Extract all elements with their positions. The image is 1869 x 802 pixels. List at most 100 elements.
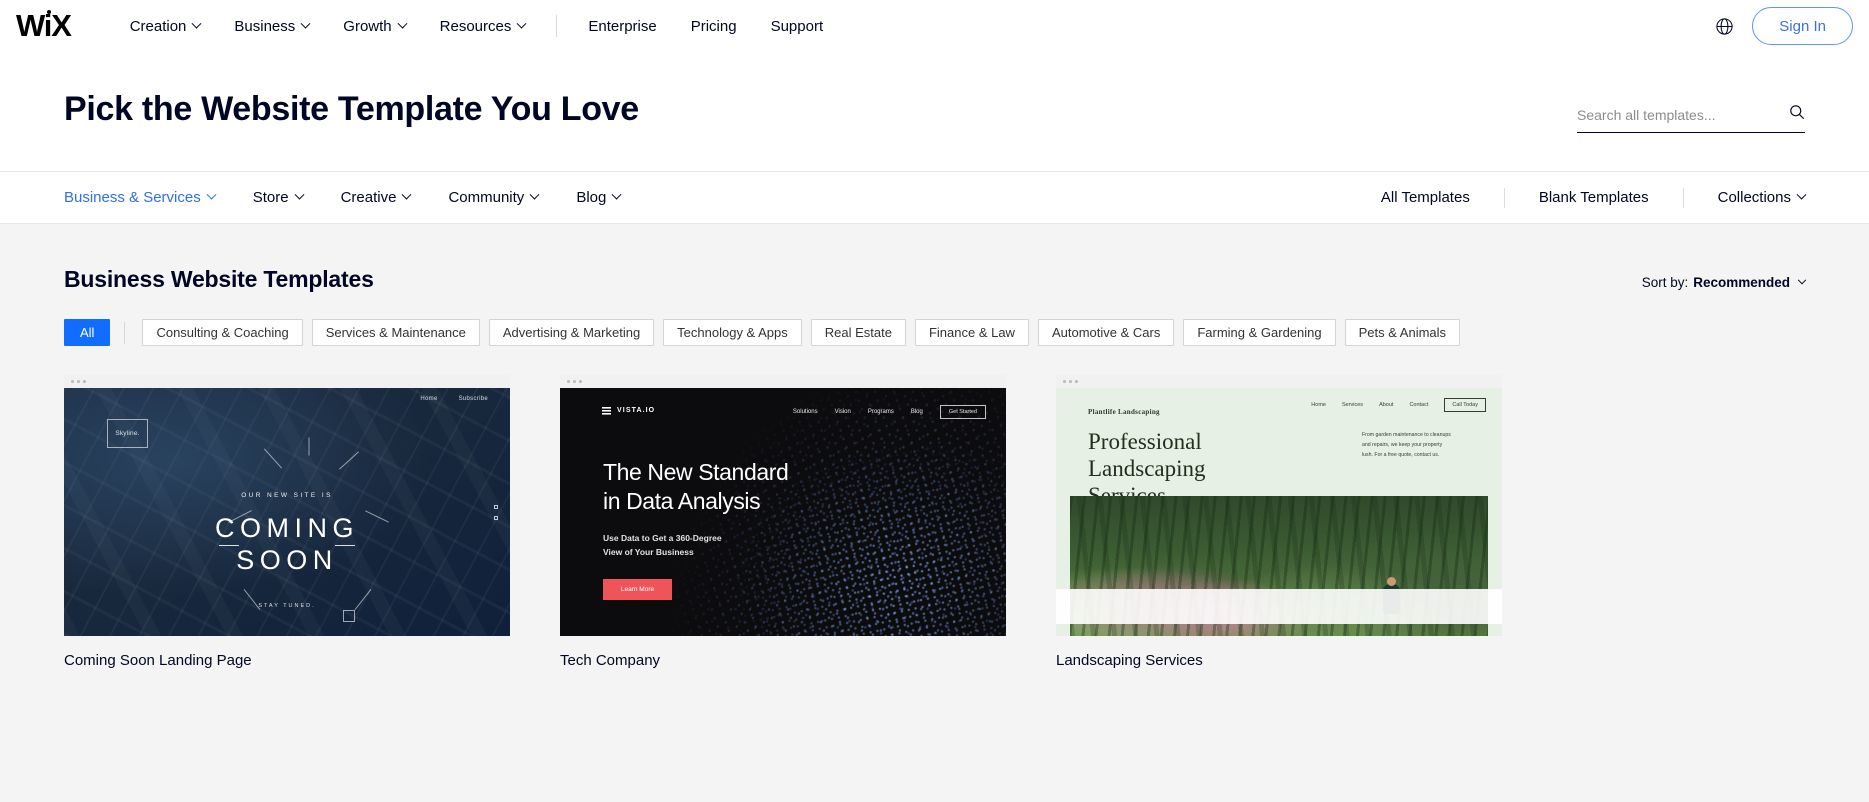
blank-templates-link[interactable]: Blank Templates	[1539, 189, 1649, 206]
gallery-header: Business Website Templates Sort by: Reco…	[64, 266, 1807, 293]
preview-nav: Home Services About Contact Call Today	[1311, 398, 1486, 412]
search-icon[interactable]	[1789, 104, 1805, 125]
preview-nav-item: Subscribe	[458, 396, 488, 402]
nav-link-enterprise[interactable]: Enterprise	[571, 0, 673, 52]
preview-headline-2: Landscaping	[1088, 456, 1206, 482]
preview-nav-item: Contact	[1409, 402, 1429, 408]
chevron-down-icon	[1797, 275, 1807, 284]
preview-headline-1: Professional	[1088, 429, 1202, 454]
preview-nav-item: About	[1379, 402, 1394, 408]
collections-dropdown[interactable]: Collections	[1717, 189, 1807, 206]
filter-chip-technology-apps[interactable]: Technology & Apps	[663, 319, 802, 346]
nav-item-growth[interactable]: Growth	[326, 0, 422, 52]
category-business-and-services[interactable]: Business & Services	[64, 189, 217, 206]
collections-label: Collections	[1717, 189, 1791, 206]
preview-subtext-2: View of Your Business	[603, 546, 694, 557]
template-card[interactable]: VISTA.IO Solutions Vision Programs Blog …	[560, 375, 1006, 669]
divider	[124, 321, 126, 344]
search-input[interactable]	[1577, 106, 1789, 123]
chevron-down-icon	[191, 18, 202, 29]
preview-nav-item: Blog	[910, 409, 923, 415]
sort-by-dropdown[interactable]: Sort by: Recommended	[1641, 275, 1807, 290]
template-card-title: Landscaping Services	[1056, 652, 1203, 669]
wix-logo[interactable]: WiX	[16, 10, 72, 41]
chevron-down-icon	[1796, 189, 1807, 200]
preview-copy-line: From garden maintenance to cleanups	[1362, 432, 1451, 438]
top-nav-links: Enterprise Pricing Support	[571, 0, 840, 52]
divider	[1503, 187, 1505, 208]
category-store[interactable]: Store	[252, 189, 305, 206]
preview-logo: Plantlife Landscaping	[1088, 408, 1160, 416]
preview-body-copy: From garden maintenance to cleanups and …	[1362, 430, 1480, 460]
filter-chip-services-maintenance[interactable]: Services & Maintenance	[311, 319, 480, 346]
nav-link-pricing[interactable]: Pricing	[674, 0, 754, 52]
sort-by-value: Recommended	[1693, 275, 1790, 290]
filter-chip-real-estate[interactable]: Real Estate	[810, 319, 906, 346]
category-label: Store	[252, 189, 289, 206]
preview-logo-text: VISTA.IO	[617, 407, 656, 414]
preview-subtext-1: Use Data to Get a 360-Degree	[603, 532, 722, 543]
preview-nav-cta: Get Started	[939, 405, 986, 419]
nav-item-business[interactable]: Business	[217, 0, 326, 52]
preview-nav-item: Home	[1311, 402, 1326, 408]
top-nav-actions: Sign In	[1715, 7, 1853, 45]
preview-nav: Solutions Vision Programs Blog Get Start…	[793, 405, 986, 419]
preview-hero-text: OUR NEW SITE IS COMING SOON	[64, 492, 510, 577]
template-preview: Skyline. Home Subscribe OUR NEW SITE IS …	[64, 388, 510, 636]
divider	[1682, 187, 1684, 208]
logo-mark-icon	[602, 406, 611, 415]
preview-hero-text: The New Standard in Data Analysis Use Da…	[603, 458, 789, 600]
chevron-down-icon	[206, 189, 217, 200]
chevron-down-icon	[611, 189, 622, 200]
category-label: Blog	[576, 189, 607, 206]
preview-nav-item: Solutions	[792, 409, 818, 415]
all-templates-link[interactable]: All Templates	[1381, 189, 1470, 206]
template-card[interactable]: Plantlife Landscaping Home Services Abou…	[1056, 375, 1502, 669]
preview-logo: Skyline.	[107, 419, 148, 448]
nav-link-support[interactable]: Support	[754, 0, 841, 52]
filter-chip-farming-gardening[interactable]: Farming & Gardening	[1183, 319, 1336, 346]
preview-headline-2: SOON	[236, 544, 338, 575]
preview-nav-item: Programs	[867, 409, 894, 415]
category-navigation-bar: Business & Services Store Creative Commu…	[0, 171, 1869, 224]
preview-side-dots	[494, 505, 498, 520]
nav-item-resources[interactable]: Resources	[423, 0, 543, 52]
filter-chip-advertising-marketing[interactable]: Advertising & Marketing	[488, 319, 655, 346]
preview-headline-1: COMING	[215, 513, 359, 543]
preview-nav-cta: Call Today	[1444, 398, 1486, 412]
category-community[interactable]: Community	[448, 189, 540, 206]
category-label: Business & Services	[64, 189, 201, 206]
template-card-title: Coming Soon Landing Page	[64, 652, 252, 669]
preview-headline-1: The New Standard	[603, 459, 789, 485]
preview-headline-2: in Data Analysis	[603, 488, 761, 515]
gallery-title: Business Website Templates	[64, 266, 374, 292]
chevron-down-icon	[294, 189, 305, 200]
filter-chip-consulting-coaching[interactable]: Consulting & Coaching	[142, 319, 303, 346]
filter-chip-row: All Consulting & Coaching Services & Mai…	[64, 319, 1805, 346]
template-thumbnail[interactable]: Skyline. Home Subscribe OUR NEW SITE IS …	[64, 375, 510, 636]
sort-by-label: Sort by:	[1641, 275, 1689, 290]
category-bar-right-actions: All Templates Blank Templates Collection…	[1381, 187, 1807, 208]
filter-chip-finance-law[interactable]: Finance & Law	[914, 319, 1029, 346]
filter-chip-pets-animals[interactable]: Pets & Animals	[1344, 319, 1461, 346]
sign-in-button[interactable]: Sign In	[1752, 7, 1853, 45]
template-thumbnail[interactable]: VISTA.IO Solutions Vision Programs Blog …	[560, 375, 1006, 636]
template-card[interactable]: Skyline. Home Subscribe OUR NEW SITE IS …	[64, 375, 510, 669]
template-card-grid: Skyline. Home Subscribe OUR NEW SITE IS …	[64, 375, 1805, 669]
chevron-down-icon	[300, 18, 311, 29]
nav-item-label: Growth	[343, 17, 392, 35]
preview-nav-item: Home	[420, 396, 438, 402]
category-label: Community	[448, 189, 525, 206]
search-box[interactable]	[1577, 104, 1805, 133]
filter-chip-automotive-cars[interactable]: Automotive & Cars	[1037, 319, 1175, 346]
globe-icon[interactable]	[1715, 17, 1734, 36]
preview-copy-line: lush. For a free quote, contact us.	[1362, 452, 1440, 459]
preview-nav: Home Subscribe	[420, 396, 488, 402]
browser-chrome-bar	[560, 375, 1006, 388]
filter-chip-all[interactable]: All	[64, 319, 111, 346]
chevron-down-icon	[397, 18, 408, 29]
category-blog[interactable]: Blog	[576, 189, 622, 206]
nav-item-creation[interactable]: Creation	[113, 0, 218, 52]
chevron-down-icon	[402, 189, 412, 200]
category-creative[interactable]: Creative	[341, 189, 412, 206]
